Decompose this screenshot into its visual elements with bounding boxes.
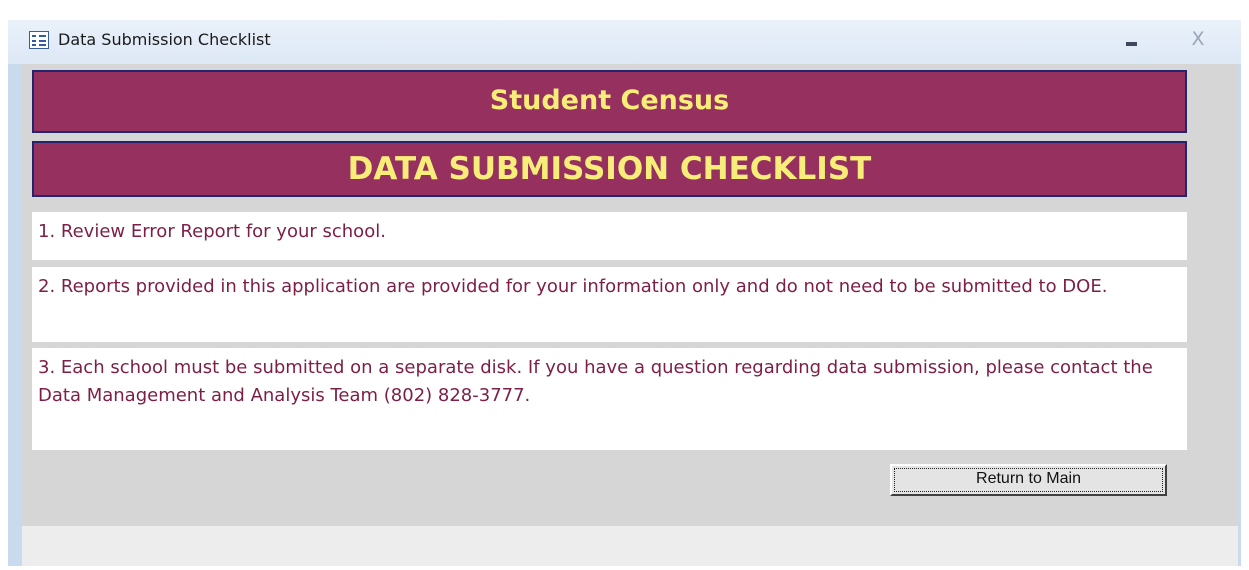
window-title: Data Submission Checklist <box>58 30 271 49</box>
checklist-item-2: 2. Reports provided in this application … <box>32 267 1187 342</box>
form-client-area: Student Census DATA SUBMISSION CHECKLIST… <box>22 64 1238 566</box>
minimize-icon <box>1126 42 1137 46</box>
title-bar[interactable]: Data Submission Checklist X <box>8 20 1241 64</box>
form-detail-section: Student Census DATA SUBMISSION CHECKLIST… <box>22 64 1238 526</box>
return-to-main-button[interactable]: Return to Main <box>890 464 1167 496</box>
close-icon: X <box>1191 28 1205 50</box>
banner-subtitle: DATA SUBMISSION CHECKLIST <box>32 141 1187 197</box>
checklist-window: Data Submission Checklist X Student Cens… <box>8 20 1241 566</box>
minimize-button[interactable] <box>1114 26 1148 54</box>
form-icon <box>29 31 49 49</box>
banner-title: Student Census <box>32 70 1187 133</box>
checklist-item-3: 3. Each school must be submitted on a se… <box>32 348 1187 450</box>
return-button-label: Return to Main <box>976 470 1081 487</box>
checklist-item-1: 1. Review Error Report for your school. <box>32 212 1187 260</box>
close-button[interactable]: X <box>1180 24 1216 54</box>
